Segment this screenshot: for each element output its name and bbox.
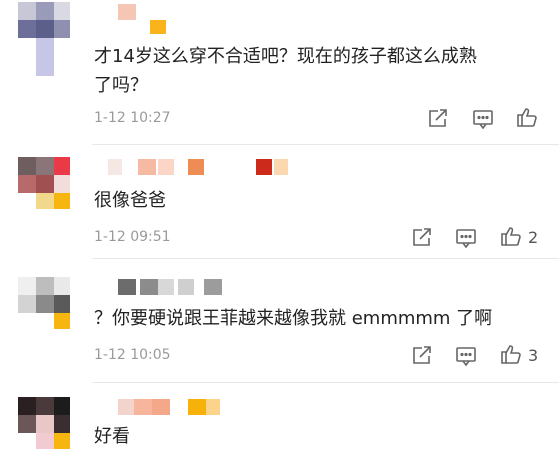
timestamp: 1-12 10:27 (94, 110, 171, 126)
comment-item: 好看 (0, 383, 559, 450)
share-icon[interactable] (410, 345, 432, 367)
timestamp: 1-12 09:51 (94, 229, 171, 245)
comment-text: 好看 (94, 426, 130, 447)
username[interactable] (118, 399, 228, 415)
comment-icon[interactable] (455, 227, 477, 249)
username[interactable] (118, 4, 178, 34)
avatar[interactable] (18, 2, 70, 76)
like-count: 2 (528, 228, 539, 247)
avatar[interactable] (18, 157, 70, 209)
thumbs-up-icon[interactable] (516, 106, 538, 128)
share-icon[interactable] (410, 227, 432, 249)
comment-item: ？你要硬说跟王菲越来越像我就 emmmmm 了啊 1-12 10:05 3 (0, 259, 559, 379)
avatar[interactable] (18, 397, 70, 449)
comment-icon[interactable] (472, 108, 494, 130)
thumbs-up-icon[interactable] (500, 225, 522, 247)
comment-item: 才14岁这么穿不合适吧？现在的孩子都这么成熟 了吗？ 1-12 10:27 (0, 0, 559, 145)
thumbs-up-icon[interactable] (500, 343, 522, 365)
username[interactable] (108, 159, 298, 175)
avatar[interactable] (18, 277, 70, 329)
comment-text: 很像爸爸 (94, 190, 166, 211)
share-icon[interactable] (426, 108, 448, 130)
username[interactable] (118, 279, 228, 295)
comment-text: 才14岁这么穿不合适吧？现在的孩子都这么成熟 (94, 46, 477, 67)
like-count: 3 (528, 346, 539, 365)
comment-icon[interactable] (455, 345, 477, 367)
comment-text-line2: 了吗？ (94, 75, 148, 96)
timestamp: 1-12 10:05 (94, 347, 171, 363)
comment-text: ？你要硬说跟王菲越来越像我就 emmmmm 了啊 (94, 308, 493, 329)
comment-item: 很像爸爸 1-12 09:51 2 (0, 145, 559, 255)
